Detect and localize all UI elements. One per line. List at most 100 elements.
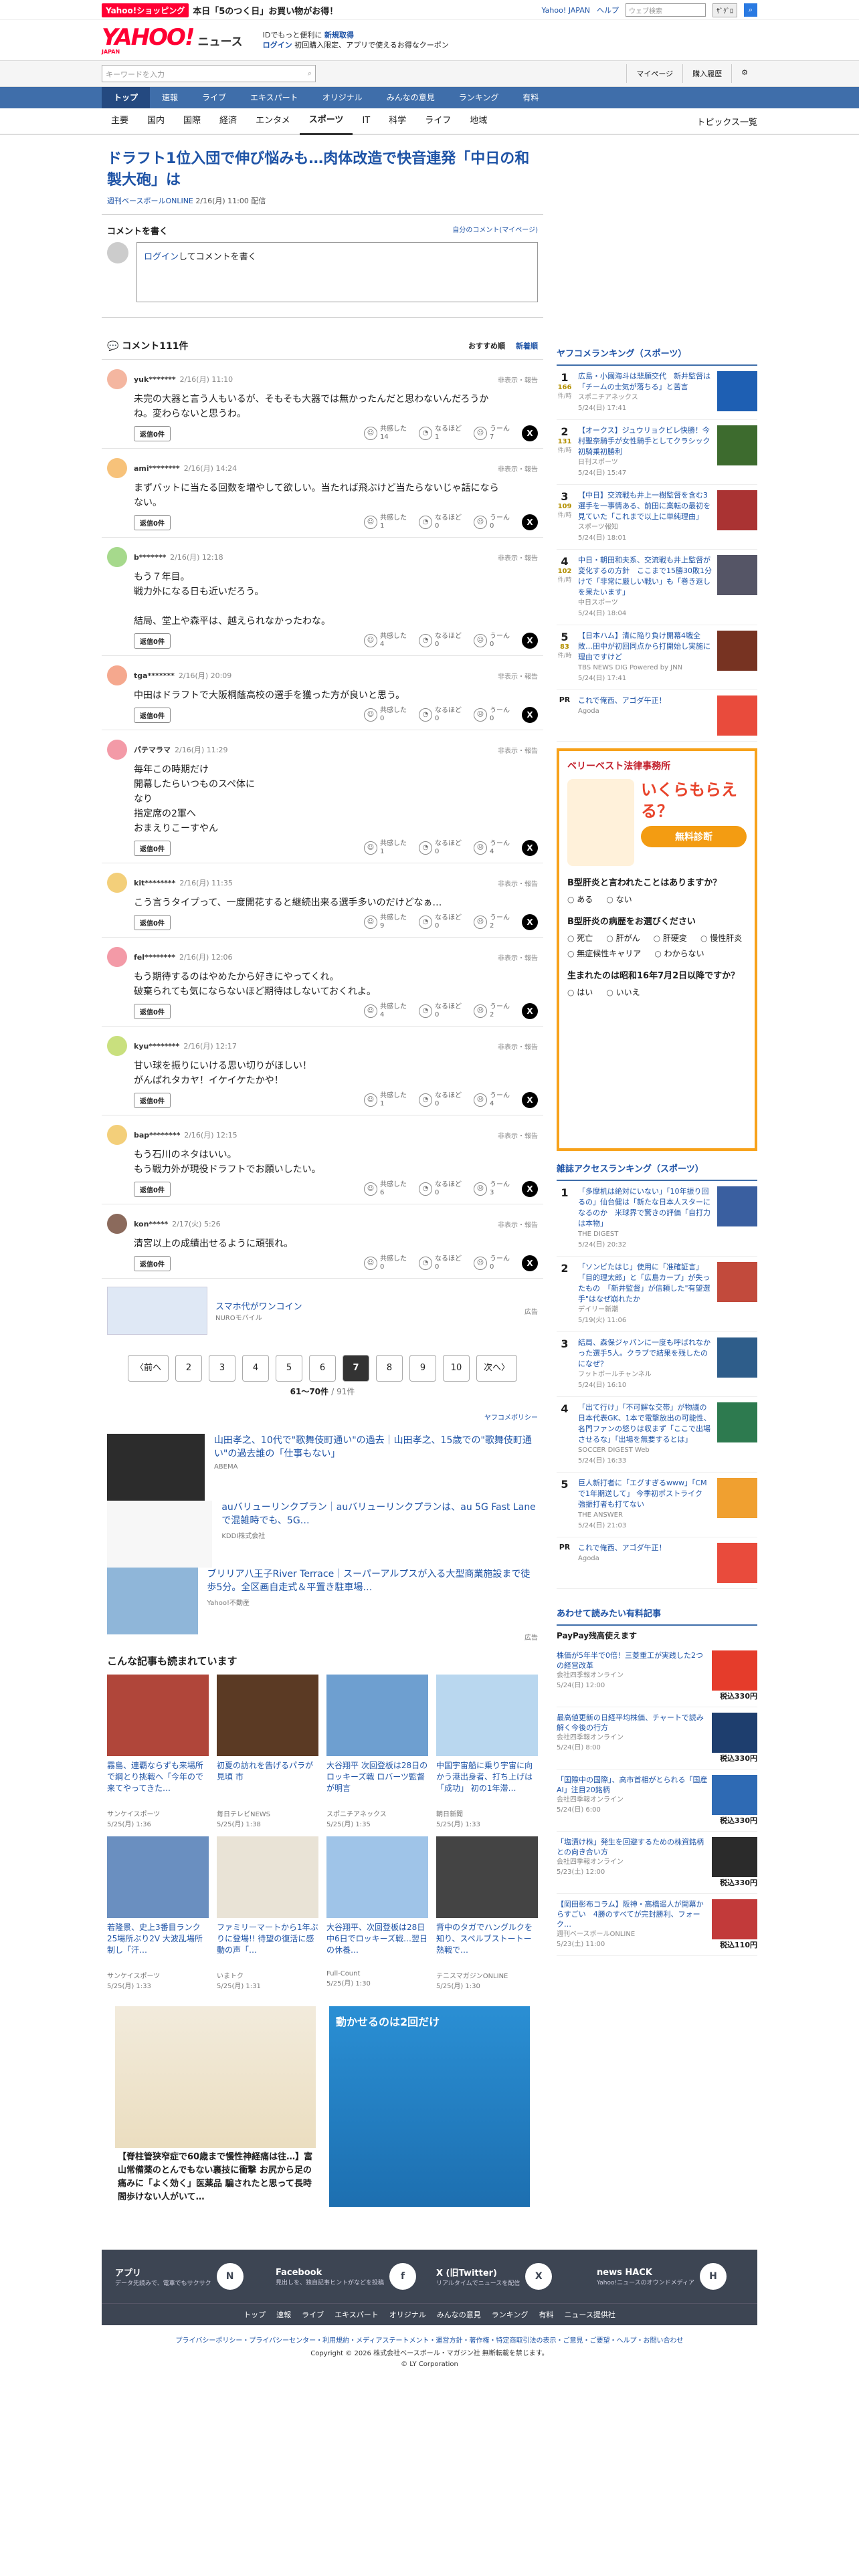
reply-button[interactable]: 返信0件 xyxy=(134,914,171,930)
access-thumb[interactable] xyxy=(717,1337,757,1378)
access-ranking-item[interactable]: 5 巨人新打者に「エグすぎるwww」「CMで1年期送して」 今季初ポストライク 強… xyxy=(557,1473,757,1537)
report-link[interactable]: 非表示・報告 xyxy=(498,952,538,962)
access-ranking-title[interactable]: 巨人新打者に「エグすぎるwww」「CMで1年期送して」 今季初ポストライク 強振… xyxy=(578,1478,712,1531)
reaction-button[interactable]: ☺ 共感した 0 xyxy=(364,707,407,723)
sort-newest[interactable]: 新着順 xyxy=(516,340,538,351)
article-card-title[interactable]: 霧島、連覇ならずも来場所で綱とり挑戦へ「今年ので来てやってきた… xyxy=(107,1760,209,1806)
x-share-icon[interactable]: X xyxy=(522,1003,538,1019)
quiz-diagnose-button[interactable]: 無料診断 xyxy=(641,826,747,847)
signup-link[interactable]: 新規取得 xyxy=(324,31,354,39)
service-name[interactable]: ニュース xyxy=(197,32,242,49)
login-link[interactable]: ログイン xyxy=(144,252,179,262)
ranking-thumb[interactable] xyxy=(717,555,757,595)
article-card-title[interactable]: 若隆景、史上3番目ランク25場所ぶり2V 大波乱場所制し「汗… xyxy=(107,1922,209,1967)
report-link[interactable]: 非表示・報告 xyxy=(498,1041,538,1051)
reaction-button[interactable]: ◔ なるほど 0 xyxy=(419,1181,462,1197)
comment-user[interactable]: kyu******** xyxy=(134,1042,179,1051)
reply-button[interactable]: 返信0件 xyxy=(134,840,171,856)
pr-thumb[interactable] xyxy=(717,695,757,736)
ad-title[interactable]: スマホ代がワンコイン xyxy=(215,1302,302,1312)
comment-user[interactable]: b******* xyxy=(134,553,166,562)
article-card[interactable]: ファミリーマートから1年ぶりに登場!! 待望の復活に感動の声「… いまトク 5/25… xyxy=(217,1836,318,1990)
paid-headline[interactable]: 「塩漬け株」発生を回避するための株資銘柄との向き合い方 xyxy=(557,1838,704,1856)
gear-icon[interactable]: ⚙ xyxy=(731,64,757,83)
page-3-button[interactable]: 3 xyxy=(209,1355,235,1382)
nav-item-1[interactable]: 速報 xyxy=(150,87,190,108)
page-2-button[interactable]: 2 xyxy=(175,1355,202,1382)
quiz-option[interactable]: 肝がん xyxy=(606,932,640,944)
article-thumb[interactable] xyxy=(436,1836,538,1918)
reaction-button[interactable]: ◔ なるほど 1 xyxy=(419,425,462,441)
avatar[interactable] xyxy=(107,369,127,389)
paid-thumb[interactable] xyxy=(712,1899,757,1939)
ranking-title[interactable]: 中日・朝田和夫系、交流戦も井上監督が変化するの方針 ここまで15勝30敗1分けで… xyxy=(578,555,712,619)
paid-headline[interactable]: 株価が5年半で0倍！三菱重工が実践した2つの経営改革 xyxy=(557,1651,703,1670)
comment-user[interactable]: bap******** xyxy=(134,1131,180,1140)
access-thumb[interactable] xyxy=(717,1186,757,1226)
page-6-button[interactable]: 6 xyxy=(309,1355,336,1382)
article-card[interactable]: 大谷翔平 次回登板は28日の ロッキーズ戦 ロバーツ監督が明言 スポニチアネックス… xyxy=(326,1675,428,1828)
paid-item[interactable]: 「塩漬け株」発生を回避するための株資銘柄との向き合い方 会社四季報オンライン 5/2… xyxy=(557,1832,757,1894)
article-card-title[interactable]: ファミリーマートから1年ぶりに登場!! 待望の復活に感動の声「… xyxy=(217,1922,318,1967)
paid-headline[interactable]: 「国際中の国際」、高市首相がとられる「国産AI」注目20銘柄 xyxy=(557,1776,708,1794)
reaction-button[interactable]: ☹ うーん 2 xyxy=(474,1003,510,1019)
article-card[interactable]: 霧島、連覇ならずも来場所で綱とり挑戦へ「今年ので来てやってきた… サンケイスポーツ… xyxy=(107,1675,209,1828)
article-card[interactable]: 若隆景、史上3番目ランク25場所ぶり2V 大波乱場所制し「汗… サンケイスポーツ 5… xyxy=(107,1836,209,1990)
ranking-item[interactable]: 1 166 件/時 広島・小園海斗は悲願交代 新井監督は「チームの士気が落ちる」と苦言… xyxy=(557,366,757,420)
access-thumb[interactable] xyxy=(717,1262,757,1302)
avatar[interactable] xyxy=(107,665,127,685)
nav-item-3[interactable]: エキスパート xyxy=(238,87,310,108)
x-share-icon[interactable]: X xyxy=(522,707,538,723)
ranking-title[interactable]: 【日本ハム】清に陥り負け開幕4戦全敗…田中が初回同点から打開始し実施に理由ですけ… xyxy=(578,631,712,684)
paid-headline[interactable]: 【岡田彰布コラム】阪神・高橋遥人が開幕からすごい 4勝のすべてが完封勝利、フォー… xyxy=(557,1900,704,1929)
reaction-button[interactable]: ☺ 共感した 9 xyxy=(364,914,407,930)
footer-box-icon[interactable]: N xyxy=(216,2263,244,2290)
access-headline[interactable]: 「出て行け」「不可解な交帯」が物議の日本代表GK、1本で電擊放出の可能性、名門フ… xyxy=(578,1403,711,1444)
footer-app-box[interactable]: news HACK Yahoo!ニュースのオウンドメディア H xyxy=(597,2262,744,2291)
quiz-option[interactable]: 死亡 xyxy=(567,932,593,944)
quiz-option[interactable]: わからない xyxy=(654,948,704,959)
subnav-item-6[interactable]: IT xyxy=(353,108,379,134)
ranking-headline[interactable]: 【オークス】ジュウリョクビレ快勝！今村聖奈騎手が女性騎手としてクラシック初騎乗初… xyxy=(578,426,710,456)
web-search-button[interactable]: ⌕ xyxy=(744,3,757,17)
footer-app-box[interactable]: Facebook 見出しを、独自記事ヒントがなどを投稿 f xyxy=(276,2262,423,2291)
report-link[interactable]: 非表示・報告 xyxy=(498,671,538,681)
nav-item-4[interactable]: オリジナル xyxy=(310,87,375,108)
quiz-option[interactable]: いいえ xyxy=(606,986,640,998)
reaction-button[interactable]: ◔ なるほど 0 xyxy=(419,1003,462,1019)
footer-nav-item[interactable]: エキスパート xyxy=(335,2309,379,2320)
prev-page-button[interactable]: 〈前へ xyxy=(127,1355,169,1382)
page-4-button[interactable]: 4 xyxy=(242,1355,269,1382)
avatar[interactable] xyxy=(107,740,127,760)
reaction-button[interactable]: ☺ 共感した 6 xyxy=(364,1181,407,1197)
quiz-option[interactable]: はい xyxy=(567,986,593,998)
access-ranking-item[interactable]: 3 結局、森保ジャパンに一度も呼ばれなかった選手5人。クラブで結果を残したのになぜ… xyxy=(557,1332,757,1397)
keyword-search-input[interactable]: キーワードを入力 ⌕ xyxy=(102,65,316,82)
footer-box-icon[interactable]: X xyxy=(525,2263,553,2290)
access-ranking-item[interactable]: 2 「ソンビたはじ」使用に「准確証言」「目的理太郎」と「広島カープ」が失ったもの … xyxy=(557,1257,757,1332)
comment-user[interactable]: fel******** xyxy=(134,953,175,962)
ranking-item[interactable]: 5 83 件/時 【日本ハム】清に陥り負け開幕4戦全敗…田中が初回同点から打開始し実施… xyxy=(557,625,757,690)
reaction-button[interactable]: ☹ うーん 0 xyxy=(474,633,510,649)
ranking-thumb[interactable] xyxy=(717,631,757,671)
reaction-button[interactable]: ☹ うーん 3 xyxy=(474,1181,510,1197)
footer-nav-item[interactable]: 速報 xyxy=(276,2309,291,2320)
ranking-title[interactable]: 【オークス】ジュウリョクビレ快勝！今村聖奈騎手が女性騎手としてクラシック初騎乗初… xyxy=(578,425,712,479)
ranking-headline[interactable]: 広島・小園海斗は悲願交代 新井監督は「チームの士気が落ちる」と苦言 xyxy=(578,372,710,391)
comment-user[interactable]: ami******** xyxy=(134,464,180,473)
access-ranking-title[interactable]: 「出て行け」「不可解な交帯」が物議の日本代表GK、1本で電擊放出の可能性、名門フ… xyxy=(578,1402,712,1467)
reaction-button[interactable]: ☹ うーん 0 xyxy=(474,514,510,530)
pr-item[interactable]: PR これで俺西、アゴダ午正！ Agoda xyxy=(557,1537,757,1589)
footer-box-icon[interactable]: f xyxy=(389,2263,417,2290)
comment-textarea[interactable]: ログインしてコメントを書く xyxy=(136,242,538,302)
paid-title[interactable]: 「国際中の国際」、高市首相がとられる「国産AI」注目20銘柄 会社四季報オンライン… xyxy=(557,1775,708,1826)
reaction-button[interactable]: ◔ なるほど 0 xyxy=(419,1255,462,1271)
reaction-button[interactable]: ☺ 共感した 1 xyxy=(364,1092,407,1108)
page-9-button[interactable]: 9 xyxy=(409,1355,436,1382)
footer-app-box[interactable]: アプリ データ先読みで、電車でもサクサク N xyxy=(115,2262,262,2291)
reaction-button[interactable]: ◔ なるほど 0 xyxy=(419,514,462,530)
avatar[interactable] xyxy=(107,873,127,893)
paid-item[interactable]: 「国際中の国際」、高市首相がとられる「国産AI」注目20銘柄 会社四季報オンライン… xyxy=(557,1769,757,1832)
nav-item-2[interactable]: ライブ xyxy=(190,87,238,108)
reaction-button[interactable]: ☺ 共感した 4 xyxy=(364,633,407,649)
